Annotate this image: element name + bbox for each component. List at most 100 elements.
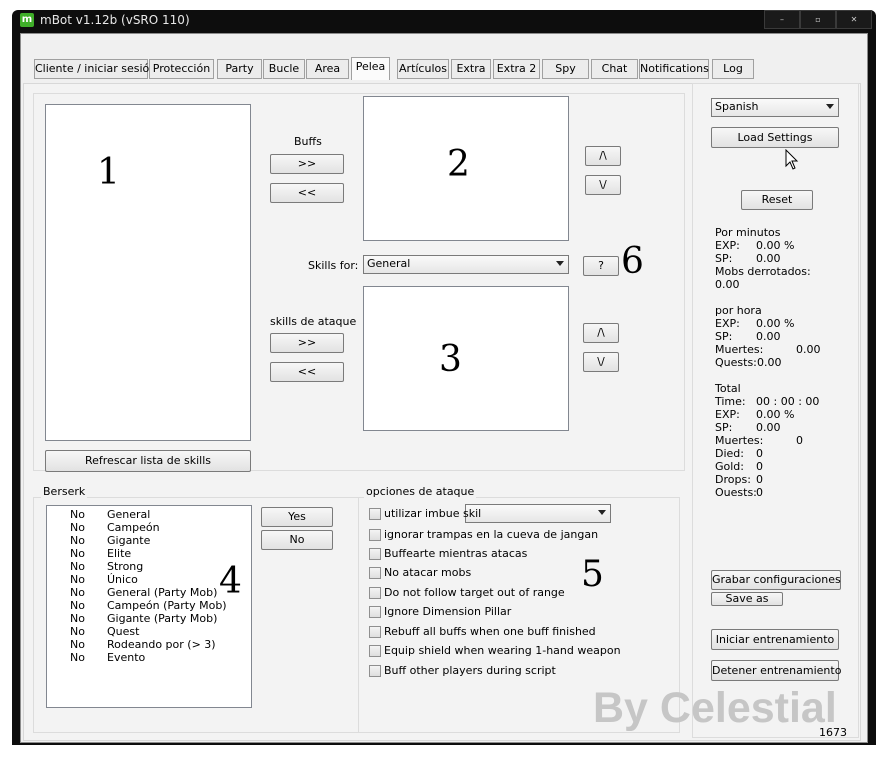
berserk-yes-button[interactable]: Yes xyxy=(261,507,333,527)
berserk-row[interactable]: No General (Party Mob) xyxy=(70,586,250,599)
berserk-row[interactable]: No Gigante xyxy=(70,534,250,547)
reset-button[interactable]: Reset xyxy=(741,190,813,210)
tab-spy[interactable]: Spy xyxy=(542,59,589,79)
total-exp-value: 0.00 % xyxy=(756,408,795,421)
marker-2: 2 xyxy=(447,144,470,185)
option-checkbox-3[interactable]: Buffearte mientras atacas xyxy=(369,546,669,562)
load-settings-button[interactable]: Load Settings xyxy=(711,127,839,148)
imbue-skill-select[interactable] xyxy=(465,504,611,523)
buff-up-button[interactable]: /\ xyxy=(585,146,621,166)
minimize-button[interactable]: – xyxy=(764,10,800,29)
app-logo: m xyxy=(20,13,34,27)
tab-pelea[interactable]: Pelea xyxy=(351,57,390,80)
option-checkbox-2[interactable]: ignorar trampas en la cueva de jangan xyxy=(369,527,669,543)
per-minute-mobs-label: Mobs derrotados: xyxy=(715,265,811,278)
per-minute-exp-label: EXP: xyxy=(715,239,740,252)
berserk-row[interactable]: No Campeón xyxy=(70,521,250,534)
attack-up-button[interactable]: /\ xyxy=(583,323,619,343)
skill-list[interactable] xyxy=(45,104,251,441)
stop-training-button[interactable]: Detener entrenamiento xyxy=(711,660,841,681)
refresh-skills-button[interactable]: Refrescar lista de skills xyxy=(45,450,251,472)
attack-options-title: opciones de ataque xyxy=(364,485,477,498)
berserk-row-state: No xyxy=(70,586,85,599)
berserk-row-name: Gigante xyxy=(107,534,151,547)
berserk-row-name: Strong xyxy=(107,560,144,573)
berserk-row-state: No xyxy=(70,521,85,534)
tab-area[interactable]: Area xyxy=(306,59,349,79)
chevron-down-icon xyxy=(556,261,564,266)
berserk-row-name: Elite xyxy=(107,547,132,560)
per-hour-sp-label: SP: xyxy=(715,330,733,343)
per-hour-deaths-value: 0.00 xyxy=(796,343,821,356)
checkbox-box[interactable] xyxy=(369,645,381,657)
per-minute-mobs-value: 0.00 xyxy=(715,278,740,291)
option-checkbox-9[interactable]: Buff other players during script xyxy=(369,663,669,679)
berserk-row-state: No xyxy=(70,534,85,547)
berserk-row[interactable]: No Elite xyxy=(70,547,250,560)
berserk-row[interactable]: No Strong xyxy=(70,560,250,573)
maximize-button[interactable]: ▫ xyxy=(800,10,836,29)
save-as-button[interactable]: Save as xyxy=(711,592,783,606)
berserk-no-button[interactable]: No xyxy=(261,530,333,550)
language-select[interactable]: Spanish xyxy=(711,98,839,117)
tab-art-culos[interactable]: Artículos xyxy=(397,59,449,79)
save-config-button[interactable]: Grabar configuraciones xyxy=(711,570,841,590)
option-checkbox-4[interactable]: No atacar mobs xyxy=(369,565,669,581)
option-label: Do not follow target out of range xyxy=(384,586,565,599)
checkbox-box[interactable] xyxy=(369,626,381,638)
berserk-row-state: No xyxy=(70,651,85,664)
remove-attack-skill-button[interactable]: << xyxy=(270,362,344,382)
close-button[interactable]: ✕ xyxy=(836,10,872,29)
start-training-button[interactable]: Iniciar entrenamiento xyxy=(711,629,839,650)
option-checkbox-8[interactable]: Equip shield when wearing 1-hand weapon xyxy=(369,643,669,659)
option-label: No atacar mobs xyxy=(384,566,472,579)
option-checkbox-7[interactable]: Rebuff all buffs when one buff finished xyxy=(369,624,669,640)
total-time-value: 00 : 00 : 00 xyxy=(756,395,820,408)
checkbox-box[interactable] xyxy=(369,665,381,677)
berserk-row[interactable]: No Único xyxy=(70,573,250,586)
skills-for-select[interactable]: General xyxy=(363,255,569,274)
help-button[interactable]: ? xyxy=(583,256,619,276)
tab-cliente-iniciar-sesi-n[interactable]: Cliente / iniciar sesión xyxy=(34,59,156,79)
option-checkbox-1[interactable]: utilizar imbue skil xyxy=(369,506,481,522)
tab-party[interactable]: Party xyxy=(217,59,262,79)
berserk-row[interactable]: No Gigante (Party Mob) xyxy=(70,612,250,625)
berserk-row[interactable]: No General xyxy=(70,508,250,521)
skills-for-value: General xyxy=(367,257,411,270)
checkbox-box[interactable] xyxy=(369,529,381,541)
checkbox-box[interactable] xyxy=(369,587,381,599)
total-deaths-label: Muertes: xyxy=(715,434,764,447)
attack-down-button[interactable]: \/ xyxy=(583,352,619,372)
berserk-row-state: No xyxy=(70,573,85,586)
checkbox-box[interactable] xyxy=(369,606,381,618)
tab-log[interactable]: Log xyxy=(712,59,754,79)
attack-skills-label: skills de ataque xyxy=(270,315,357,328)
option-checkbox-6[interactable]: Ignore Dimension Pillar xyxy=(369,604,669,620)
tab-extra-2[interactable]: Extra 2 xyxy=(493,59,540,79)
buff-down-button[interactable]: \/ xyxy=(585,175,621,195)
checkbox-box[interactable] xyxy=(369,548,381,560)
client-area: 1 Refrescar lista de skills Buffs >> << … xyxy=(20,33,868,743)
attack-skill-list[interactable] xyxy=(363,286,569,431)
per-minute-title: Por minutos xyxy=(715,226,781,239)
checkbox-box[interactable] xyxy=(369,567,381,579)
berserk-row[interactable]: No Evento xyxy=(70,651,250,664)
berserk-row-name: Único xyxy=(107,573,138,586)
tab-extra[interactable]: Extra xyxy=(451,59,491,79)
checkbox-box[interactable] xyxy=(369,508,381,520)
tab-chat[interactable]: Chat xyxy=(591,59,638,79)
add-buff-button[interactable]: >> xyxy=(270,154,344,174)
berserk-row-name: Gigante (Party Mob) xyxy=(107,612,218,625)
total-time-label: Time: xyxy=(715,395,746,408)
berserk-row-state: No xyxy=(70,612,85,625)
option-checkbox-5[interactable]: Do not follow target out of range xyxy=(369,585,669,601)
berserk-row[interactable]: No Quest xyxy=(70,625,250,638)
berserk-row[interactable]: No Rodeando por (> 3) xyxy=(70,638,250,651)
remove-buff-button[interactable]: << xyxy=(270,183,344,203)
tab-protecci-n[interactable]: Protección xyxy=(149,59,214,79)
berserk-row[interactable]: No Campeón (Party Mob) xyxy=(70,599,250,612)
tab-notifications[interactable]: Notifications xyxy=(639,59,709,79)
add-attack-skill-button[interactable]: >> xyxy=(270,333,344,353)
tab-bucle[interactable]: Bucle xyxy=(263,59,305,79)
berserk-row-name: Rodeando por (> 3) xyxy=(107,638,216,651)
